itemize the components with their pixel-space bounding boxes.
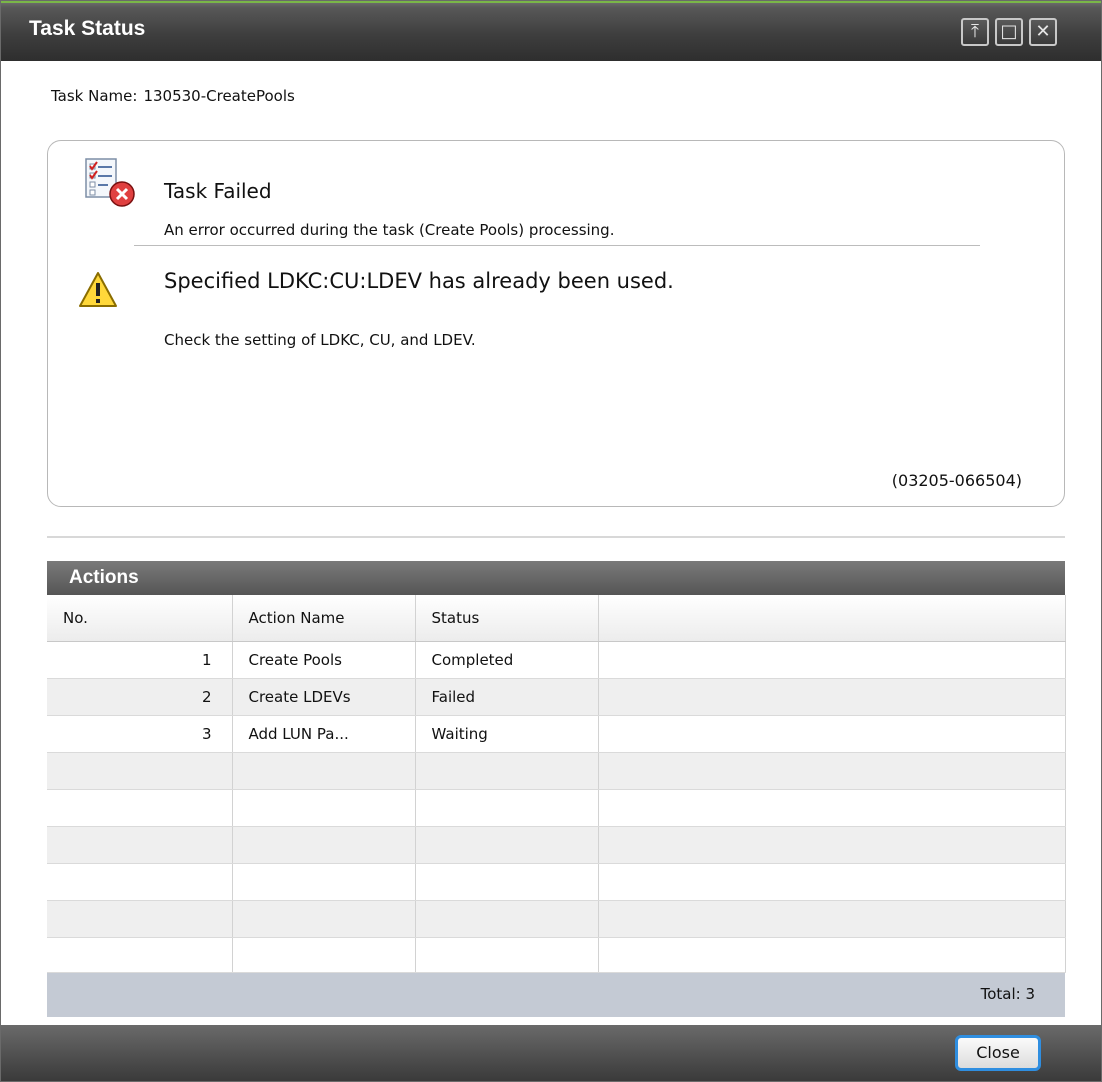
table-row[interactable]: 1 Create Pools Completed (47, 641, 1066, 679)
action-status: Failed (415, 678, 599, 716)
actions-table: No. Action Name Status 1 Create Pools Co… (47, 595, 1066, 973)
column-header-no[interactable]: No. (47, 595, 233, 642)
action-name: Add LUN Pa... (232, 715, 416, 753)
empty-table-row (47, 900, 1066, 938)
message-panel: Task Failed An error occurred during the… (47, 140, 1065, 507)
actions-header: Actions (47, 561, 1065, 595)
row-number: 2 (47, 678, 233, 716)
message-divider (134, 245, 980, 246)
empty-cell (598, 715, 1066, 753)
empty-table-row (47, 826, 1066, 864)
task-name-label: Task Name: (51, 87, 138, 105)
action-name: Create LDEVs (232, 678, 416, 716)
table-row[interactable]: 2 Create LDEVs Failed (47, 678, 1066, 716)
task-failed-icon (85, 158, 135, 207)
table-row[interactable]: 3 Add LUN Pa... Waiting (47, 715, 1066, 753)
total-count: Total: 3 (980, 985, 1035, 1003)
row-number: 3 (47, 715, 233, 753)
actions-title: Actions (69, 567, 139, 588)
empty-cell (598, 641, 1066, 679)
empty-table-row (47, 937, 1066, 973)
column-header-empty (598, 595, 1066, 642)
window-title: Task Status (29, 17, 146, 40)
title-bar[interactable]: Task Status ⤒ □ ✕ (1, 1, 1101, 61)
task-name-row: Task Name: 130530-CreatePools (51, 87, 295, 105)
pin-icon[interactable]: ⤒ (961, 18, 989, 46)
column-header-status[interactable]: Status (415, 595, 599, 642)
message-title: Task Failed (164, 179, 272, 203)
row-number: 1 (47, 641, 233, 679)
table-footer: Total: 3 (47, 973, 1065, 1017)
message-subtitle: An error occurred during the task (Creat… (164, 221, 615, 239)
actions-panel: Actions No. Action Name Status 1 Create … (47, 561, 1066, 1017)
task-status-dialog: Task Status ⤒ □ ✕ Task Name: 130530-Creat… (0, 0, 1102, 1082)
task-name-value: 130530-CreatePools (143, 87, 295, 105)
column-header-action-name[interactable]: Action Name (232, 595, 416, 642)
error-code: (03205-066504) (891, 471, 1022, 490)
section-divider (47, 536, 1065, 538)
action-status: Waiting (415, 715, 599, 753)
action-name: Create Pools (232, 641, 416, 679)
close-button[interactable]: Close (955, 1035, 1041, 1071)
maximize-icon[interactable]: □ (995, 18, 1023, 46)
error-detail: Check the setting of LDKC, CU, and LDEV. (164, 331, 476, 349)
empty-table-row (47, 789, 1066, 827)
empty-table-row (47, 752, 1066, 790)
empty-cell (598, 678, 1066, 716)
empty-table-row (47, 863, 1066, 901)
action-status: Completed (415, 641, 599, 679)
bottom-bar: Close (1, 1025, 1101, 1081)
close-icon[interactable]: ✕ (1029, 18, 1057, 46)
warning-icon (79, 272, 117, 307)
error-message: Specified LDKC:CU:LDEV has already been … (164, 269, 674, 293)
